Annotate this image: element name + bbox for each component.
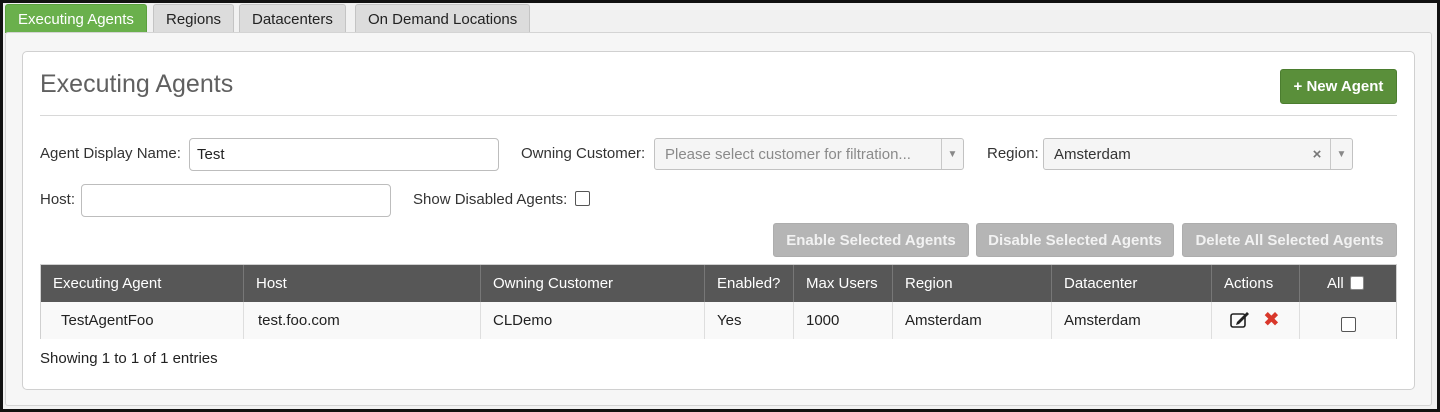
show-disabled-checkbox[interactable] [575, 191, 590, 206]
tab-datacenters[interactable]: Datacenters [239, 4, 346, 33]
col-all-label: All [1327, 275, 1344, 292]
cell-agent: TestAgentFoo [61, 312, 154, 329]
disable-selected-agents-button[interactable]: Disable Selected Agents [976, 223, 1174, 257]
col-datacenter[interactable]: Datacenter [1051, 265, 1212, 302]
col-host[interactable]: Host [243, 265, 481, 302]
cell-max-users: 1000 [793, 302, 893, 339]
chevron-down-icon[interactable]: ▼ [941, 139, 963, 169]
edit-icon[interactable] [1230, 311, 1250, 329]
clear-icon[interactable]: × [1304, 146, 1330, 163]
col-max-users[interactable]: Max Users [793, 265, 893, 302]
chevron-down-icon[interactable]: ▼ [1330, 139, 1352, 169]
cell-actions: ✖ [1211, 302, 1299, 339]
owning-customer-label: Owning Customer: [521, 145, 646, 162]
agents-table: Executing Agent Host Owning Customer Ena… [40, 264, 1397, 339]
host-input[interactable] [81, 184, 391, 217]
show-disabled-label: Show Disabled Agents: [413, 191, 568, 208]
agent-display-name-input[interactable] [189, 138, 499, 171]
delete-selected-agents-button[interactable]: Delete All Selected Agents [1182, 223, 1397, 257]
col-region[interactable]: Region [892, 265, 1052, 302]
region-selected-value: Amsterdam [1054, 145, 1131, 163]
col-executing-agent[interactable]: Executing Agent [41, 265, 243, 302]
cell-select [1299, 302, 1397, 339]
new-agent-button[interactable]: + New Agent [1280, 69, 1397, 104]
owning-customer-select[interactable]: Please select customer for filtration...… [654, 138, 964, 170]
cell-region: Amsterdam [892, 302, 1052, 339]
executing-agents-panel [22, 51, 1415, 390]
title-divider [40, 115, 1397, 116]
region-label: Region: [987, 145, 1039, 162]
region-select[interactable]: Amsterdam × ▼ [1043, 138, 1353, 170]
col-enabled[interactable]: Enabled? [704, 265, 793, 302]
row-select-checkbox[interactable] [1341, 317, 1356, 332]
cell-host: test.foo.com [243, 302, 481, 339]
col-owning-customer[interactable]: Owning Customer [480, 265, 704, 302]
agent-display-name-label: Agent Display Name: [40, 145, 181, 162]
host-label: Host: [40, 191, 76, 208]
table-row: TestAgentFoo test.foo.com CLDemo Yes 100… [41, 302, 1396, 339]
tab-executing-agents[interactable]: Executing Agents [5, 4, 147, 33]
page-title: Executing Agents [40, 70, 234, 98]
delete-icon[interactable]: ✖ [1263, 309, 1280, 331]
tab-regions[interactable]: Regions [153, 4, 235, 33]
owning-customer-placeholder: Please select customer for filtration... [665, 145, 911, 163]
table-header: Executing Agent Host Owning Customer Ena… [41, 265, 1396, 302]
col-all: All [1299, 265, 1397, 302]
select-all-checkbox[interactable] [1349, 275, 1364, 290]
cell-datacenter: Amsterdam [1051, 302, 1212, 339]
enable-selected-agents-button[interactable]: Enable Selected Agents [773, 223, 969, 257]
cell-customer: CLDemo [480, 302, 704, 339]
tab-on-demand-locations[interactable]: On Demand Locations [355, 4, 531, 33]
col-actions: Actions [1211, 265, 1299, 302]
cell-enabled: Yes [704, 302, 793, 339]
entries-info: Showing 1 to 1 of 1 entries [40, 350, 218, 367]
